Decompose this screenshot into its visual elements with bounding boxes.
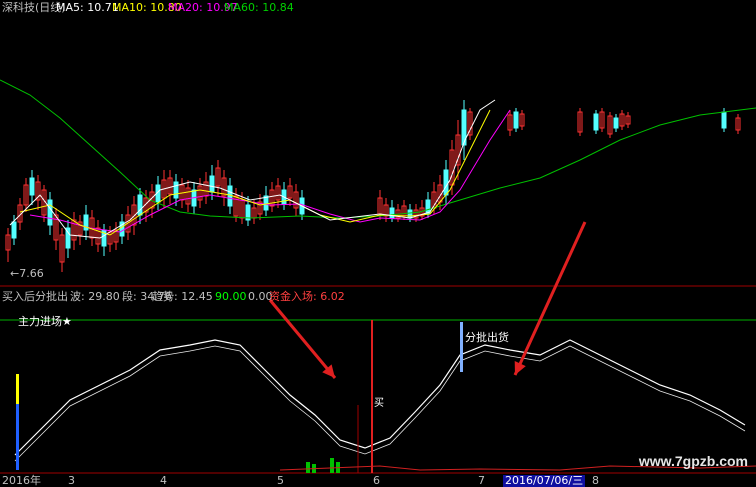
x-axis-label: 6 xyxy=(373,474,380,487)
low-price-label: ←7.66 xyxy=(10,267,44,280)
stock-chart-window: 深科技(日线) MA5: 10.71 MA10: 10.80 MA20: 10.… xyxy=(0,0,756,487)
ma20-line xyxy=(29,109,511,233)
candle-body xyxy=(389,207,395,219)
trend-readout: 趋势: 12.45 xyxy=(152,290,213,303)
arrow-to-buy xyxy=(268,299,337,379)
x-axis-label: 4 xyxy=(160,474,167,487)
indicator-name: 买入后分批出 xyxy=(2,290,68,303)
candle-body xyxy=(227,185,233,207)
x-axis-label: 5 xyxy=(277,474,284,487)
candle-body xyxy=(443,169,449,196)
watermark: www.7gpzb.com xyxy=(638,453,748,469)
chart-canvas[interactable] xyxy=(0,0,756,487)
candle-body xyxy=(513,111,519,129)
candle-body xyxy=(721,111,727,129)
sell-signal-marker xyxy=(460,322,463,372)
ma60-line xyxy=(0,79,756,219)
candle-body xyxy=(209,175,215,193)
volume-bar xyxy=(306,462,310,473)
capital-readout: 资金入场: 6.02 xyxy=(269,290,345,303)
x-axis-label: 2016/07/06/三 xyxy=(503,474,586,487)
x-axis-label: 8 xyxy=(592,474,599,487)
candle-body xyxy=(593,113,599,131)
ma5-readout: MA5: 10.71 xyxy=(56,1,119,14)
candle-body xyxy=(407,209,413,219)
main-entry-label: 主力进场★ xyxy=(18,315,72,328)
candle-body xyxy=(173,181,179,199)
arrow-to-sell xyxy=(513,221,587,376)
candle-body xyxy=(29,177,35,196)
volume-bar xyxy=(330,458,334,473)
candle-body xyxy=(47,199,53,226)
value1-readout: 90.00 xyxy=(215,290,247,303)
candle-body xyxy=(613,117,619,129)
main-entry-marker-yellow xyxy=(16,374,19,404)
main-entry-marker-blue xyxy=(16,404,19,470)
candle-body xyxy=(263,195,269,211)
ma60-readout: MA60: 10.84 xyxy=(224,1,294,14)
x-axis-label: 7 xyxy=(478,474,485,487)
low-price-value: 7.66 xyxy=(19,267,44,280)
wave-readout: 波: 29.80 xyxy=(70,290,120,303)
x-axis-label: 3 xyxy=(68,474,75,487)
buy-label: 买 xyxy=(374,398,384,409)
x-axis-label: 2016年 xyxy=(2,474,41,487)
candle-body xyxy=(11,221,17,239)
batch-sell-label: 分批出货 xyxy=(465,331,509,344)
